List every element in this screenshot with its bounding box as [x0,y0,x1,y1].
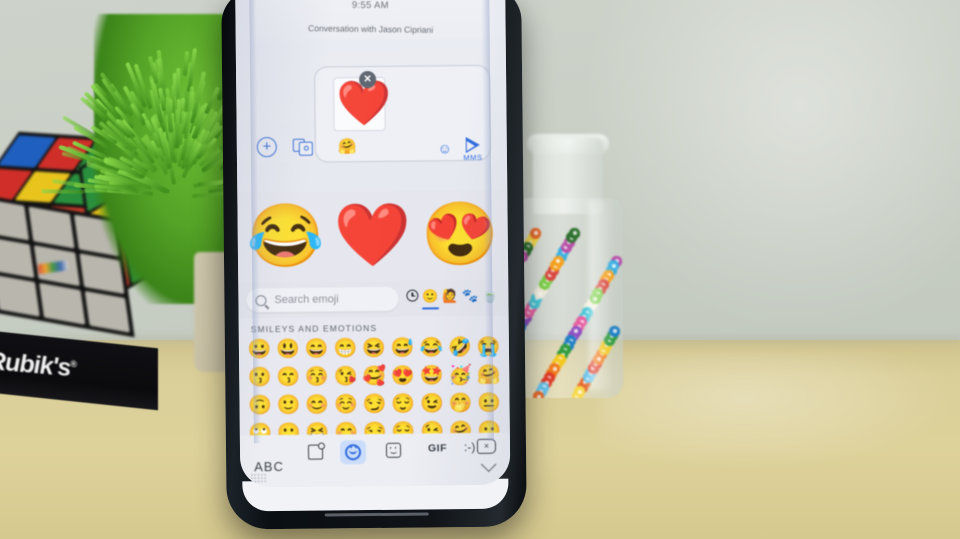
cube-trademark: ® [70,358,76,370]
emoji-cell[interactable]: 😆 [303,420,332,435]
emoji-cell[interactable]: 🙃 [245,393,274,419]
suggested-emoji[interactable]: 😂 [246,202,324,272]
emoji-suggestion-row: 😂 ❤️ 😍 [237,189,509,283]
emoji-cell[interactable]: 😗 [245,365,274,391]
remove-sticker-button[interactable]: ✕ [359,70,377,89]
sticker-search-glass [317,442,326,450]
emoji-cell[interactable]: 😆 [359,336,388,362]
emoji-cell[interactable]: 🙂 [274,393,303,419]
emoji-cell[interactable]: 😊 [332,420,361,435]
compose-bubble[interactable]: ❤️ ✕ 🤗 ☺ MMS [313,64,491,163]
emoji-cell[interactable]: 🤗 [474,363,503,389]
emoji-cell[interactable]: 😀 [245,337,274,363]
jar-highlight [589,200,613,390]
search-icon [255,294,267,306]
bead-jar [513,134,623,400]
emoji-cell[interactable]: 🥰 [360,364,389,390]
suggested-emoji[interactable]: 😍 [421,200,499,270]
gallery-icon-lens [303,145,309,151]
compose-emoji-button[interactable]: ☺ [437,140,451,156]
emoji-cell[interactable]: 😅 [388,336,417,362]
emoji-cell[interactable]: 🤣 [445,335,474,361]
gallery-icon[interactable] [292,137,315,157]
emoji-cell[interactable]: 😌 [389,392,418,418]
emoticon-tab[interactable]: :-) [464,440,475,454]
emoji-cell[interactable]: 😊 [303,392,332,418]
smartphone: 9:55 AM Conversation with Jason Cipriani… [221,0,527,530]
emoji-cell[interactable]: ☺️ [331,392,360,418]
category-tab-people[interactable]: 🙋 [442,288,458,307]
emoji-tab-active[interactable] [339,440,367,465]
keyboard-tab-row: GIF :-) × [240,437,510,465]
gif-tab[interactable]: GIF [428,442,447,454]
emoji-grid: 😀 😃 😄 😁 😆 😅 😂 🤣 😭 😗 😙 😚 😘 🥰 😍 🤩 🥳 🤗 🙃 🙂 😊 ☺️ 😏 😌 😉 🤭 😐 🙄 🙂 😆 😊 😏 😌 😉 🤗 😶 [239,335,510,436]
category-tab-recent[interactable] [406,289,419,308]
emoji-category-tabs: 🙂 🙋 🐾 🍵 [398,288,500,308]
conversation-area: 9:55 AM Conversation with Jason Cipriani… [235,0,508,195]
emoji-cell[interactable]: 😙 [274,365,303,391]
sticker-tab-icon[interactable] [385,442,402,458]
suggested-emoji[interactable]: ❤️ [334,201,412,271]
keyboard-handle-dots[interactable] [250,473,267,484]
message-timestamp: 9:55 AM [351,0,389,12]
photo-scene: Rubik's® 9:55 AM Conversation with Jason… [0,0,960,539]
emoji-cell[interactable]: 😭 [474,335,503,361]
send-icon-inner [466,140,475,152]
category-tab-food[interactable]: 🍵 [482,288,498,307]
emoji-cell[interactable]: 😂 [417,335,446,361]
conversation-subject: Conversation with Jason Cipriani [307,23,434,35]
emoji-cell[interactable]: 🙂 [274,421,303,436]
send-mms-label: MMS [463,152,483,163]
attach-plus-icon[interactable]: + [256,137,277,158]
emoji-cell[interactable]: 😉 [417,391,446,417]
search-placeholder: Search emoji [274,293,339,307]
clock-icon [406,289,419,302]
keyboard-bottom-bar: ABC GIF:-) × [239,432,511,488]
emoji-cell[interactable]: 🤭 [446,391,475,417]
send-button[interactable]: MMS [458,136,488,163]
attached-sticker[interactable]: ❤️ [333,76,391,132]
emoji-search-row: Search emoji 🙂 🙋 🐾 🍵 [238,279,509,319]
emoji-cell[interactable]: 😐 [475,391,504,417]
smiley-face-icon [344,444,362,461]
emoji-cell[interactable]: 🙄 [246,421,275,435]
emoji-cell[interactable]: 🥳 [446,363,475,389]
emoji-grid-area[interactable]: SMILEYS AND EMOTIONS 😀 😃 😄 😁 😆 😅 😂 🤣 😭 😗 😙 😚 😘 🥰 😍 🤩 🥳 🤗 🙃… [238,315,510,436]
desk-gloss [600,350,960,470]
backspace-key[interactable]: × [476,438,497,454]
category-tab-animals[interactable]: 🐾 [462,288,478,307]
emoji-cell[interactable]: 😏 [360,392,389,418]
emoji-cell[interactable]: 😁 [331,336,360,362]
search-input[interactable]: Search emoji [246,286,399,313]
category-tab-smileys[interactable]: 🙂 [422,288,438,307]
sticker-search-icon[interactable] [307,442,326,460]
inline-emoji: 🤗 [337,138,357,156]
emoji-cell[interactable]: 😃 [273,337,302,363]
emoji-cell[interactable]: 😄 [302,336,331,362]
send-icon [465,136,480,154]
phone-screen: 9:55 AM Conversation with Jason Cipriani… [235,0,511,488]
emoji-cell[interactable]: 😚 [302,364,331,390]
emoji-cell[interactable]: 😘 [331,364,360,390]
screen-content: 9:55 AM Conversation with Jason Cipriani… [235,0,511,488]
emoji-cell[interactable]: 🤩 [417,363,446,389]
emoji-cell[interactable]: 😍 [388,364,417,390]
